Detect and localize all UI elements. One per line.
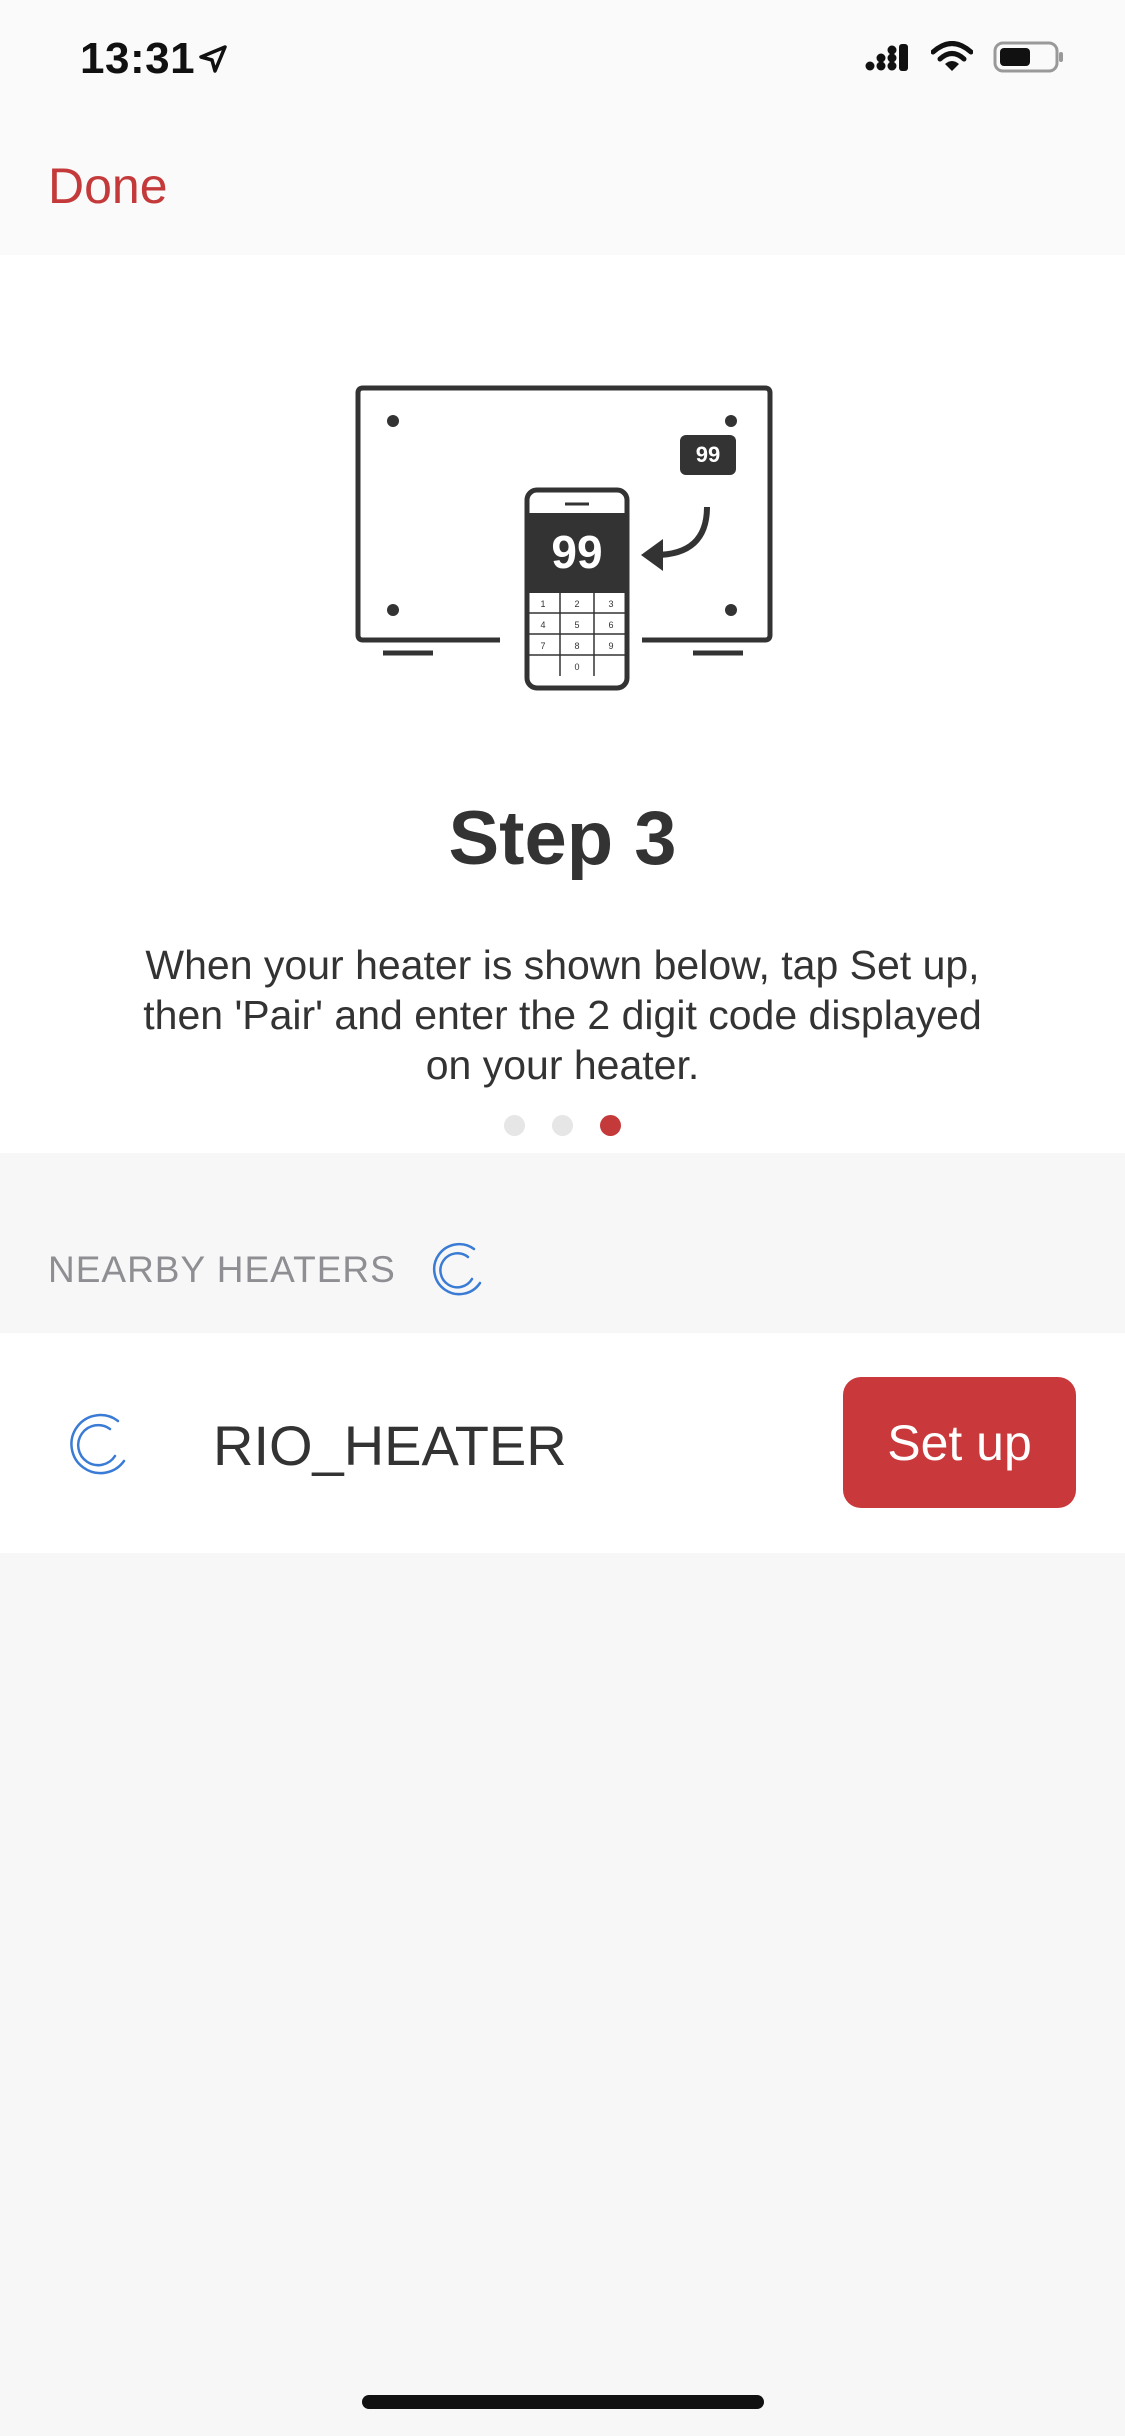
phone-display-code: 99 <box>551 526 602 578</box>
wifi-icon <box>931 41 973 71</box>
page-dot[interactable] <box>552 1115 573 1136</box>
done-button[interactable]: Done <box>48 157 168 215</box>
cellular-signal-icon <box>865 44 908 71</box>
keypad-key: 7 <box>540 641 545 651</box>
page-dot[interactable] <box>504 1115 525 1136</box>
curved-arrow-icon <box>641 506 710 571</box>
section-label: NEARBY HEATERS <box>48 1249 396 1290</box>
heater-display-code: 99 <box>696 442 720 467</box>
loading-spinner-icon <box>70 1413 126 1475</box>
keypad-key: 4 <box>540 620 545 630</box>
set-up-button[interactable]: Set up <box>843 1377 1076 1508</box>
step-description: When your heater is shown below, tap Set… <box>143 942 982 1088</box>
nav-bar: Done <box>0 125 1125 255</box>
page-indicator[interactable] <box>0 1115 1125 1136</box>
phone-icon: 99 1 2 3 4 5 6 7 8 9 0 <box>524 487 630 691</box>
keypad-key: 9 <box>608 641 613 651</box>
keypad-key: 6 <box>608 620 613 630</box>
keypad-key: 2 <box>574 599 579 609</box>
home-indicator[interactable] <box>362 2395 764 2409</box>
location-arrow-icon <box>199 45 227 73</box>
heater-pairing-illustration: 99 99 1 2 3 4 5 6 7 8 9 0 <box>355 385 773 691</box>
keypad-key: 5 <box>574 620 579 630</box>
keypad-key: 1 <box>540 599 545 609</box>
status-bar: 13:31 <box>0 0 1125 125</box>
nearby-heaters-header: NEARBY HEATERS <box>0 1153 1125 1333</box>
keypad-key: 8 <box>574 641 579 651</box>
keypad-key: 0 <box>574 662 579 672</box>
heater-display: 99 <box>680 435 736 475</box>
heater-list-item[interactable]: RIO_HEATER Set up <box>0 1333 1125 1553</box>
page-dot-active[interactable] <box>600 1115 621 1136</box>
keypad-key: 3 <box>608 599 613 609</box>
onboarding-step-panel: 99 99 1 2 3 4 5 6 7 8 9 0 Step 3 When yo… <box>0 255 1125 1153</box>
heater-name: RIO_HEATER <box>213 1414 567 1477</box>
battery-icon <box>993 41 1063 73</box>
loading-spinner-icon <box>433 1242 482 1296</box>
step-title: Step 3 <box>448 796 677 881</box>
status-time: 13:31 <box>80 34 196 83</box>
